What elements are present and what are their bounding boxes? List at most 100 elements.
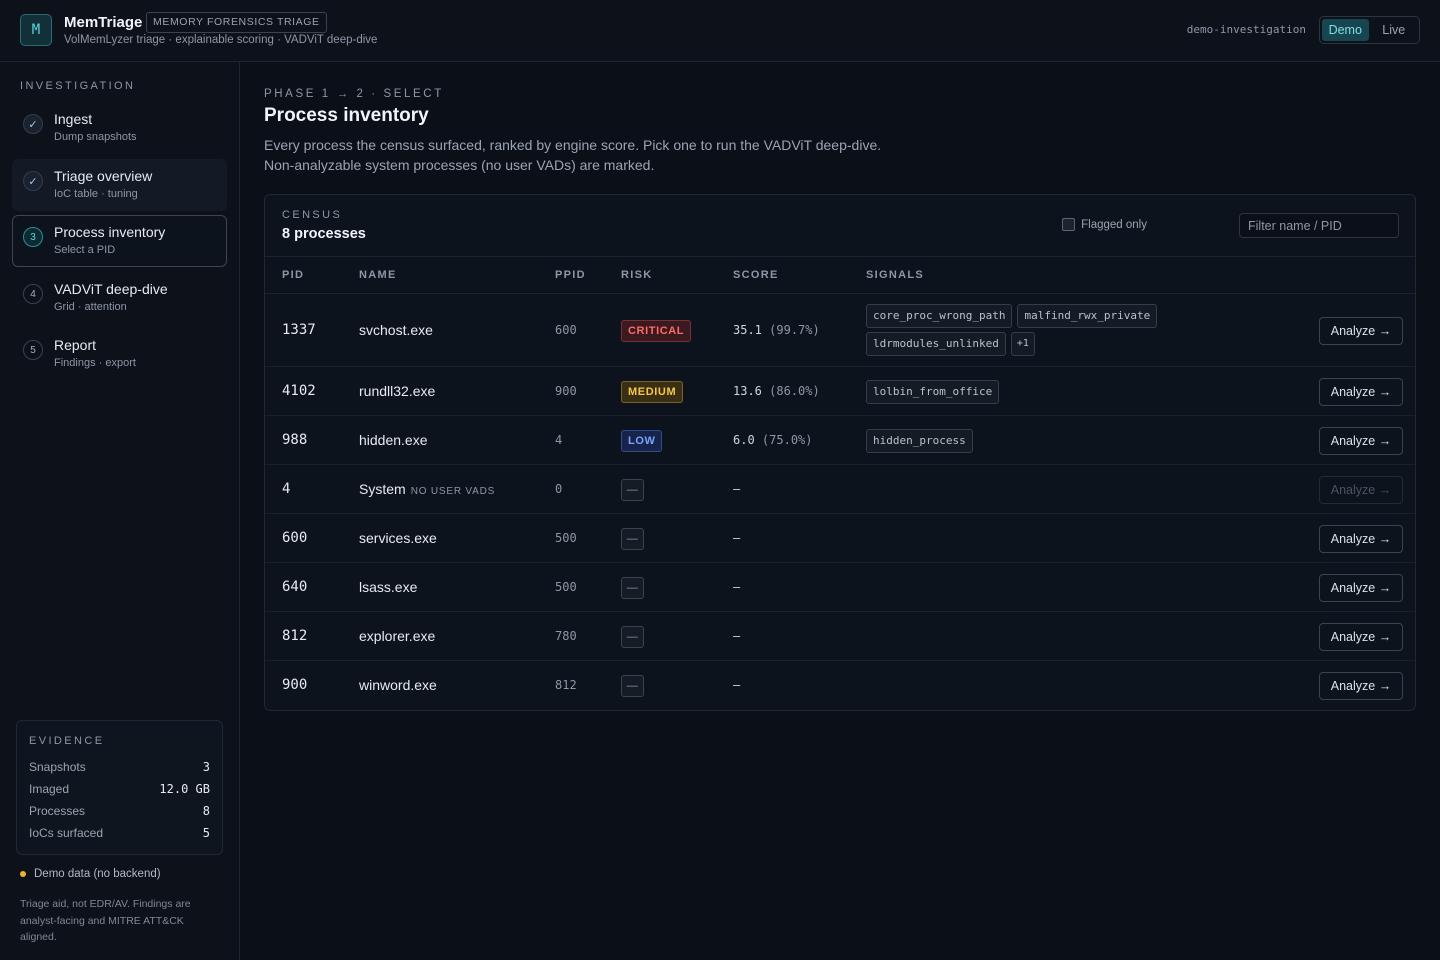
- no-user-vads-tag: NO USER VADS: [410, 485, 496, 497]
- ppid-cell: 4: [555, 432, 563, 447]
- ppid-cell: 0: [555, 481, 563, 496]
- risk-badge: —: [621, 625, 644, 648]
- risk-cell: LOW: [621, 429, 663, 452]
- more-signals-chip[interactable]: +1: [1010, 332, 1035, 356]
- evidence-value: 5: [202, 826, 210, 840]
- evidence-label: Imaged: [29, 782, 70, 796]
- table-row[interactable]: 600 services.exe 500 — — Analyze →: [265, 514, 1415, 563]
- pid-cell: 812: [282, 627, 308, 644]
- signal-chip: hidden_process: [866, 428, 973, 453]
- sidebar-step-vadvit-deep-dive[interactable]: 4 VADViT deep-dive Grid · attention: [12, 272, 227, 324]
- flagged-only-toggle[interactable]: Flagged only: [1062, 218, 1147, 231]
- step-title: Ingest: [54, 111, 93, 127]
- risk-badge: CRITICAL: [621, 319, 692, 342]
- pid-cell: 4: [282, 480, 291, 497]
- risk-cell: CRITICAL: [621, 319, 692, 342]
- flagged-only-checkbox[interactable]: [1062, 218, 1076, 231]
- evidence-label: Processes: [29, 804, 86, 818]
- ppid-cell: 600: [555, 322, 577, 337]
- process-name: lsass.exe: [359, 578, 418, 595]
- score-value: —: [733, 628, 741, 643]
- mode-demo-button[interactable]: Demo: [1322, 19, 1369, 41]
- risk-badge: —: [621, 527, 644, 550]
- process-name: explorer.exe: [359, 627, 436, 644]
- app-logo: M: [20, 14, 52, 46]
- check-icon: ✓: [23, 114, 43, 134]
- step-subtitle: Findings · export: [54, 357, 136, 369]
- table-row[interactable]: 988 hidden.exe 4 LOW 6.0 (75.0%) hidden_proce…: [265, 416, 1415, 465]
- score-value: 6.0: [733, 432, 755, 447]
- process-name-cell: svchost.exe: [359, 322, 433, 338]
- analyze-button[interactable]: Analyze →: [1319, 377, 1403, 406]
- signals-cell: core_proc_wrong_path malfind_rwx_private l…: [866, 304, 1186, 356]
- step-subtitle: Select a PID: [54, 244, 116, 256]
- ppid-cell: 500: [555, 579, 577, 594]
- step-title: Report: [54, 337, 97, 353]
- step-number: 3: [23, 227, 43, 247]
- evidence-heading: EVIDENCE: [29, 735, 105, 747]
- signal-chip: malfind_rwx_private: [1017, 304, 1158, 328]
- analyze-button[interactable]: Analyze →: [1319, 316, 1403, 345]
- investigation-name: demo-investigation: [1186, 23, 1306, 36]
- step-number: 4: [23, 284, 43, 304]
- table-row[interactable]: 1337 svchost.exe 600 CRITICAL 35.1 (99.7%) co…: [265, 294, 1415, 367]
- column-header-signals: SIGNALS: [866, 269, 924, 281]
- top-bar: M MemTriage MEMORY FORENSICS TRIAGE VolM…: [0, 0, 1440, 62]
- pid-cell: 600: [282, 529, 308, 546]
- score-percentile: (75.0%): [761, 432, 813, 447]
- analyze-button[interactable]: Analyze →: [1319, 671, 1403, 700]
- check-icon: ✓: [23, 171, 43, 191]
- process-name-cell: hidden.exe: [359, 432, 428, 448]
- risk-cell: —: [621, 527, 644, 550]
- analyze-button[interactable]: Analyze →: [1319, 622, 1403, 651]
- risk-cell: —: [621, 576, 644, 599]
- score-cell: —: [733, 482, 740, 496]
- column-header-pid: PID: [282, 269, 305, 281]
- column-header-ppid: PPID: [555, 269, 586, 281]
- score-cell: —: [733, 580, 740, 594]
- table-row[interactable]: 4 System NO USER VADS 0 — — Analyze →: [265, 465, 1415, 514]
- analyze-button: Analyze →: [1319, 475, 1403, 504]
- step-subtitle: Grid · attention: [54, 301, 127, 313]
- table-row[interactable]: 640 lsass.exe 500 — — Analyze →: [265, 563, 1415, 612]
- analyze-button[interactable]: Analyze →: [1319, 426, 1403, 455]
- mode-live-button[interactable]: Live: [1371, 19, 1418, 41]
- signal-chip: ldrmodules_unlinked: [866, 332, 1006, 356]
- step-subtitle: Dump snapshots: [54, 131, 137, 143]
- evidence-value: 8: [202, 804, 210, 818]
- table-row[interactable]: 812 explorer.exe 780 — — Analyze →: [265, 612, 1415, 661]
- risk-badge: —: [621, 674, 644, 697]
- sidebar-step-process-inventory[interactable]: 3 Process inventory Select a PID: [12, 215, 227, 267]
- evidence-value: 3: [202, 760, 210, 774]
- evidence-label: IoCs surfaced: [29, 826, 104, 840]
- sidebar-step-triage-overview[interactable]: ✓ Triage overview IoC table · tuning: [12, 159, 227, 211]
- column-header-risk: RISK: [621, 269, 653, 281]
- process-name: hidden.exe: [359, 431, 428, 448]
- process-name-cell: explorer.exe: [359, 628, 435, 644]
- signal-chip: lolbin_from_office: [866, 379, 1000, 404]
- description-line: Every process the census surfaced, ranke…: [264, 137, 882, 153]
- census-label: CENSUS: [282, 209, 343, 221]
- process-name-cell: lsass.exe: [359, 579, 417, 595]
- process-name-cell: winword.exe: [359, 677, 437, 693]
- risk-badge: —: [621, 576, 644, 599]
- page-title: Process inventory: [264, 105, 429, 126]
- sidebar-step-ingest[interactable]: ✓ Ingest Dump snapshots: [12, 102, 227, 154]
- analyze-button[interactable]: Analyze →: [1319, 573, 1403, 602]
- evidence-label: Snapshots: [29, 760, 86, 774]
- score-value: —: [733, 530, 741, 545]
- risk-badge: —: [621, 478, 644, 501]
- analyze-button[interactable]: Analyze →: [1319, 524, 1403, 553]
- phase-label: PHASE 1 → 2 · SELECT: [264, 88, 444, 100]
- table-row[interactable]: 4102 rundll32.exe 900 MEDIUM 13.6 (86.0%) lol…: [265, 367, 1415, 416]
- process-name: services.exe: [359, 529, 437, 546]
- sidebar-step-report[interactable]: 5 Report Findings · export: [12, 328, 227, 380]
- filter-input[interactable]: [1239, 213, 1399, 238]
- risk-badge: MEDIUM: [621, 380, 684, 403]
- table-row[interactable]: 900 winword.exe 812 — — Analyze →: [265, 661, 1415, 710]
- process-name: rundll32.exe: [359, 382, 436, 399]
- signals-cell: hidden_process: [866, 428, 1186, 453]
- pid-cell: 988: [282, 431, 308, 448]
- pid-cell: 640: [282, 578, 308, 595]
- page-description: Every process the census surfaced, ranke…: [264, 135, 1164, 175]
